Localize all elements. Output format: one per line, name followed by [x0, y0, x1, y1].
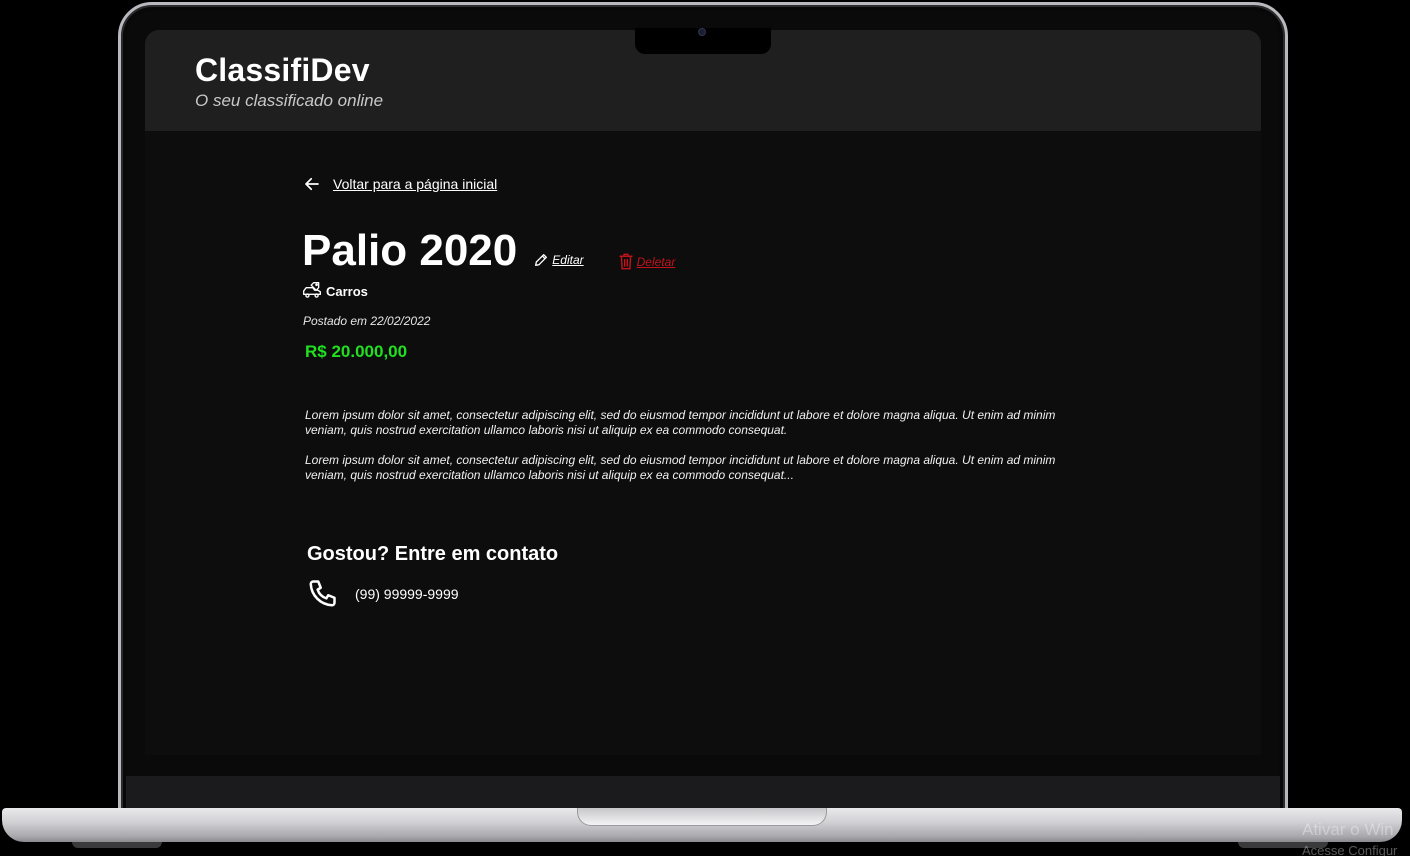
pencil-icon: [535, 254, 548, 266]
edit-button[interactable]: Editar: [533, 252, 584, 268]
ad-price: R$ 20.000,00: [305, 342, 408, 361]
delete-button[interactable]: Deletar: [618, 253, 676, 270]
contact-heading: Gostou? Entre em contato: [307, 543, 559, 565]
back-link-label[interactable]: Voltar para a página inicial: [333, 176, 497, 192]
laptop-bezel-bottom: [126, 776, 1280, 810]
laptop-base-notch: [577, 808, 827, 826]
ad-category: Carros: [302, 281, 368, 301]
brand-title[interactable]: ClassifiDev: [195, 52, 370, 89]
ad-description-paragraph: Lorem ipsum dolor sit amet, consectetur …: [305, 408, 1056, 437]
os-activation-watermark: Ativar o Win: [1302, 820, 1394, 839]
os-activation-watermark-sub: Acesse Configur: [1302, 843, 1398, 856]
laptop-foot-left: [72, 842, 162, 848]
contact-phone[interactable]: (99) 99999-9999: [307, 579, 459, 609]
arrow-left-icon: [305, 177, 319, 191]
ad-title-row: Palio 2020 Editar Deletar: [302, 226, 675, 276]
app-screen: ClassifiDev O seu classificado online Vo…: [145, 30, 1261, 755]
car-tag-icon: [303, 282, 321, 298]
ad-title: Palio 2020: [302, 226, 518, 275]
category-label: Carros: [326, 283, 368, 299]
ad-description-paragraph: Lorem ipsum dolor sit amet, consectetur …: [305, 453, 1056, 482]
camera-icon: [698, 28, 706, 36]
brand-subtitle: O seu classificado online: [195, 91, 384, 110]
phone-number[interactable]: (99) 99999-9999: [355, 586, 459, 602]
trash-icon: [619, 253, 633, 270]
back-to-home-link[interactable]: Voltar para a página inicial: [303, 175, 497, 193]
posted-date: Postado em 22/02/2022: [303, 314, 431, 328]
delete-label[interactable]: Deletar: [637, 255, 676, 269]
phone-icon: [309, 580, 336, 607]
edit-label[interactable]: Editar: [552, 253, 583, 267]
